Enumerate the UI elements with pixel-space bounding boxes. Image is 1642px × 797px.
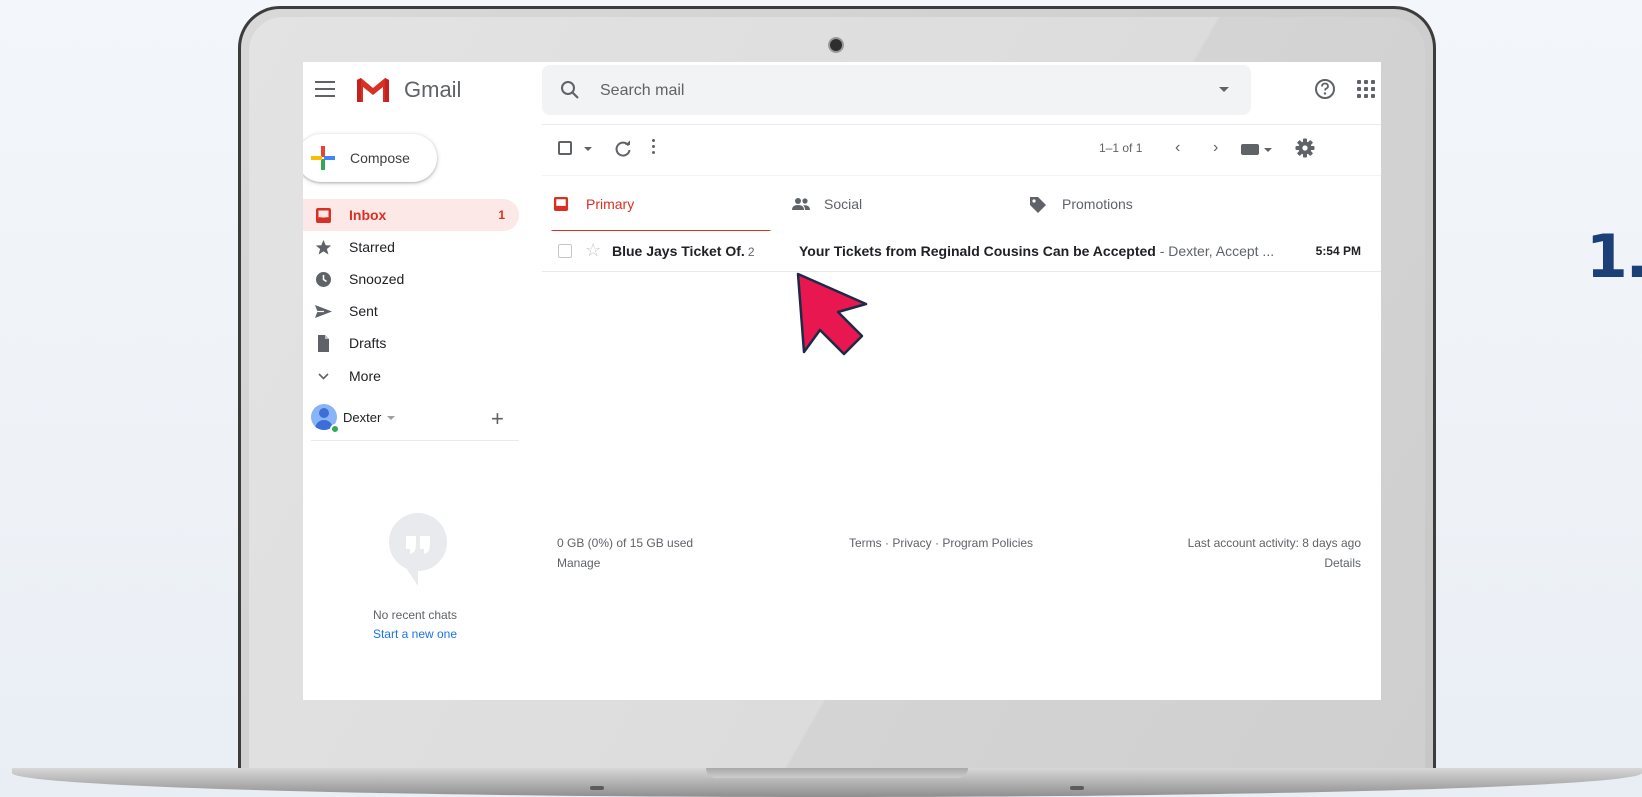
clock-icon <box>316 272 331 287</box>
laptop-hinge-notch <box>706 768 968 778</box>
email-snippet: - Dexter, Accept ... <box>1155 243 1275 259</box>
tab-social[interactable]: Social <box>780 176 1010 232</box>
gear-icon[interactable] <box>1295 138 1315 158</box>
keyboard-icon[interactable] <box>1241 144 1259 155</box>
search-bar[interactable] <box>542 65 1251 115</box>
email-subject: Your Tickets from Reginald Cousins Can b… <box>799 243 1275 259</box>
search-icon[interactable] <box>560 80 580 100</box>
search-input[interactable] <box>598 77 1182 105</box>
step-number: 1. <box>1586 222 1642 292</box>
app-name: Gmail <box>404 77 462 102</box>
sidebar-item-starred[interactable]: Starred <box>303 231 519 263</box>
unread-count: 1 <box>498 208 505 222</box>
compose-label: Compose <box>350 150 410 166</box>
select-all-checkbox[interactable] <box>558 141 572 155</box>
sidebar-item-label: More <box>349 368 381 384</box>
tab-label: Promotions <box>1062 196 1133 212</box>
tag-icon <box>1030 197 1046 213</box>
tab-primary[interactable]: Primary <box>542 176 772 233</box>
sidebar-divider <box>311 440 519 441</box>
add-contact-icon[interactable]: + <box>491 408 504 430</box>
no-chats-text: No recent chats <box>372 608 458 622</box>
email-checkbox[interactable] <box>558 244 572 258</box>
input-tools-dropdown-icon[interactable] <box>1264 148 1272 152</box>
plus-icon <box>311 146 335 170</box>
sidebar-item-label: Snoozed <box>349 271 405 287</box>
manage-storage-link[interactable]: Manage <box>557 556 600 570</box>
chevron-left-icon[interactable]: ‹ <box>1175 139 1180 157</box>
laptop-foot <box>1070 786 1084 790</box>
policies-links[interactable]: Terms · Privacy · Program Policies <box>849 536 1033 550</box>
status-dropdown-icon[interactable] <box>387 416 395 420</box>
sidebar-item-label: Sent <box>349 303 378 319</box>
main-menu-icon[interactable] <box>315 81 335 97</box>
sidebar-item-snoozed[interactable]: Snoozed <box>303 263 519 295</box>
webcam <box>830 39 842 51</box>
refresh-icon[interactable] <box>614 140 632 158</box>
email-time: 5:54 PM <box>1315 244 1361 258</box>
sidebar-item-label: Starred <box>349 239 395 255</box>
inbox-icon <box>553 196 569 212</box>
details-link[interactable]: Details <box>1324 556 1361 570</box>
chevron-right-icon[interactable]: › <box>1213 139 1218 157</box>
thread-count: 2 <box>747 245 755 259</box>
help-icon[interactable] <box>1314 78 1336 100</box>
email-row[interactable]: ☆ Blue Jays Ticket Of. 2 Your Tickets fro… <box>542 231 1381 272</box>
gmail-screen: Gmail Compose <box>303 62 1381 700</box>
mail-toolbar: 1–1 of 1 ‹ › <box>542 125 1381 175</box>
mail-footer: 0 GB (0%) of 15 GB used Manage Terms · P… <box>542 530 1361 570</box>
gmail-logo-icon[interactable] <box>355 76 391 104</box>
chevron-down-icon <box>318 373 329 380</box>
apps-grid-icon[interactable] <box>1357 80 1375 98</box>
cursor-arrow-icon <box>796 272 868 356</box>
star-icon <box>315 240 332 255</box>
inbox-icon <box>316 208 331 223</box>
tab-label: Primary <box>586 196 635 212</box>
compose-button[interactable]: Compose <box>303 134 437 182</box>
laptop-foot <box>590 786 604 790</box>
sidebar-item-sent[interactable]: Sent <box>303 295 519 327</box>
search-options-icon[interactable] <box>1219 87 1229 92</box>
top-bar: Gmail <box>303 62 1381 124</box>
sidebar-item-label: Drafts <box>349 335 387 351</box>
hangouts-chat-icon <box>389 513 447 586</box>
start-new-chat-link[interactable]: Start a new one <box>303 627 527 641</box>
people-icon <box>792 198 810 210</box>
sidebar-item-more[interactable]: More <box>303 360 519 392</box>
category-tabs: Primary Social Promotions <box>542 175 1381 233</box>
sidebar-item-inbox[interactable]: Inbox 1 <box>303 199 519 231</box>
last-activity-text: Last account activity: 8 days ago <box>1187 536 1361 550</box>
more-vert-icon[interactable] <box>652 139 656 157</box>
tab-label: Social <box>824 196 863 212</box>
storage-usage: 0 GB (0%) of 15 GB used <box>557 536 694 550</box>
pagination-text: 1–1 of 1 <box>1099 141 1143 155</box>
hangouts-user-row: Dexter + <box>303 400 519 440</box>
file-icon <box>318 335 329 352</box>
sidebar-item-label: Inbox <box>349 207 387 223</box>
online-status-icon <box>330 424 340 434</box>
sidebar-item-drafts[interactable]: Drafts <box>303 327 519 359</box>
email-sender: Blue Jays Ticket Of. 2 <box>612 243 755 259</box>
hangouts-user-name[interactable]: Dexter <box>343 410 381 425</box>
star-icon[interactable]: ☆ <box>585 241 601 259</box>
send-icon <box>315 305 332 318</box>
select-options-icon[interactable] <box>584 147 592 151</box>
tab-promotions[interactable]: Promotions <box>1018 176 1248 232</box>
